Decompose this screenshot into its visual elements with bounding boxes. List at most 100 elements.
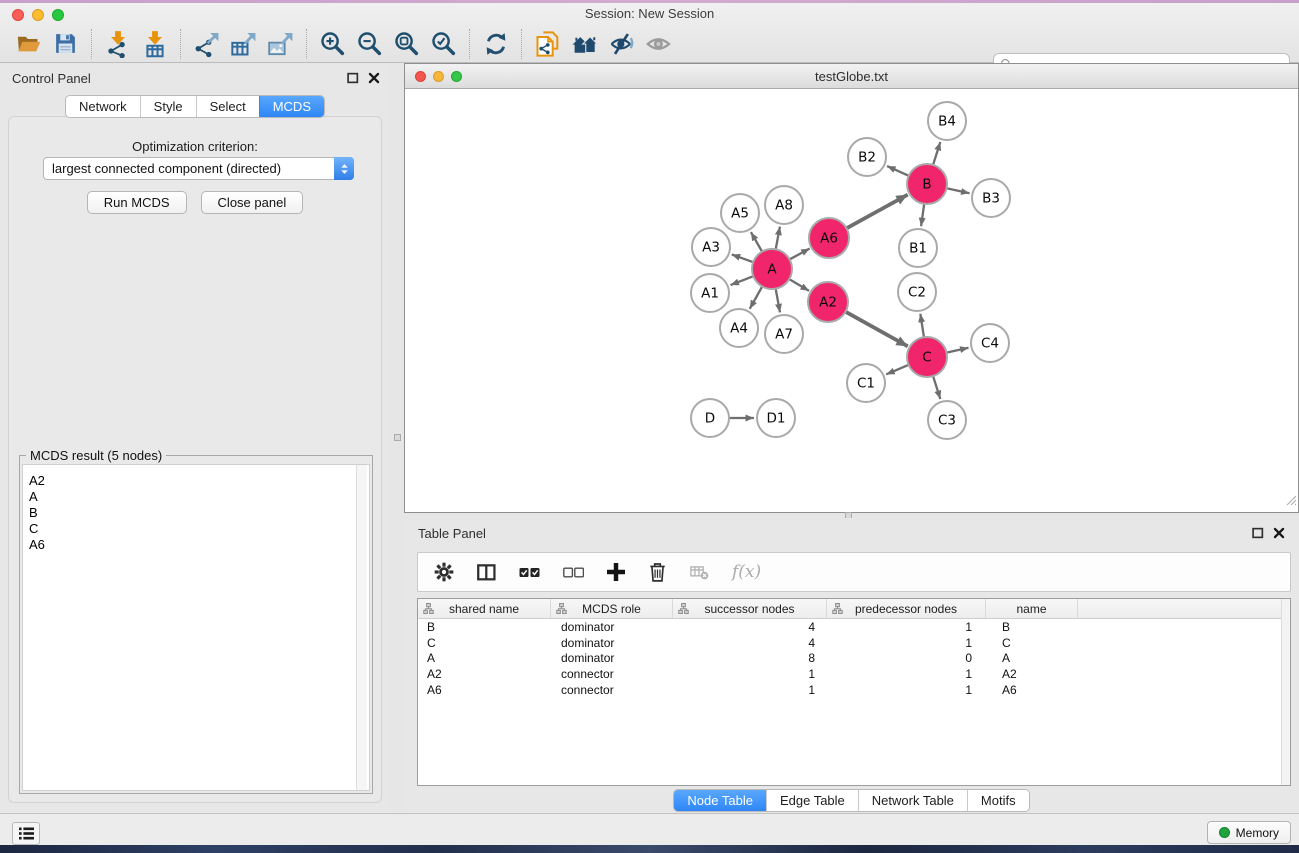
table-row[interactable]: A2connector11A2 <box>418 666 1290 682</box>
refresh-layout-button[interactable] <box>477 27 514 61</box>
mcds-result-item[interactable]: A <box>25 489 356 505</box>
network-edge-B-B2[interactable] <box>887 166 909 176</box>
mcds-result-item[interactable]: A6 <box>25 537 356 553</box>
float-panel-icon[interactable] <box>347 72 359 84</box>
network-canvas[interactable]: A A1 A2 A3 A4 A5 A6 A7 A8 B B1 B2 B3 B4 C C1 C2 C3 C4 D D1 <box>405 89 1298 512</box>
network-node-C4[interactable]: C4 <box>971 324 1009 362</box>
network-node-D[interactable]: D <box>691 399 729 437</box>
network-node-B1[interactable]: B1 <box>899 229 937 267</box>
table-scrollbar[interactable] <box>1281 599 1290 785</box>
tab-edge-table[interactable]: Edge Table <box>766 790 858 811</box>
column-header-predecessor-nodes[interactable]: predecessor nodes <box>827 599 986 618</box>
network-node-A2[interactable]: A2 <box>808 282 848 322</box>
mcds-list-scrollbar[interactable] <box>356 465 367 790</box>
table-row[interactable]: Bdominator41B <box>418 619 1290 635</box>
network-edge-A-A3[interactable] <box>732 254 753 262</box>
show-panels-list-button[interactable] <box>12 822 40 845</box>
zoom-selected-button[interactable] <box>425 27 462 61</box>
table-settings-button[interactable] <box>434 559 454 585</box>
mcds-result-item[interactable]: C <box>25 521 356 537</box>
column-header-MCDS-role[interactable]: MCDS role <box>551 599 673 618</box>
network-node-A1[interactable]: A1 <box>691 274 729 312</box>
network-node-D1[interactable]: D1 <box>757 399 795 437</box>
network-edge-A-A7[interactable] <box>776 289 780 313</box>
import-table-button[interactable] <box>136 27 173 61</box>
network-edge-A-A2[interactable] <box>789 279 809 291</box>
network-node-A4[interactable]: A4 <box>720 309 758 347</box>
network-edge-B-B4[interactable] <box>933 142 940 165</box>
tab-motifs[interactable]: Motifs <box>967 790 1029 811</box>
network-window-titlebar[interactable]: testGlobe.txt <box>405 64 1298 89</box>
network-edge-B-B3[interactable] <box>947 188 970 193</box>
export-image-button[interactable] <box>262 27 299 61</box>
optimization-criterion-dropdown[interactable]: largest connected component (directed) <box>43 157 354 180</box>
tab-network[interactable]: Network <box>66 96 140 117</box>
network-edge-A-A8[interactable] <box>776 227 780 250</box>
zoom-in-button[interactable] <box>314 27 351 61</box>
mcds-result-item[interactable]: B <box>25 505 356 521</box>
table-row[interactable]: Cdominator41C <box>418 635 1290 651</box>
network-node-B3[interactable]: B3 <box>972 179 1010 217</box>
zoom-out-button[interactable] <box>351 27 388 61</box>
network-edge-C-C4[interactable] <box>947 348 969 353</box>
network-node-B[interactable]: B <box>907 164 947 204</box>
network-edge-A6-B[interactable] <box>847 195 908 229</box>
delete-table-button[interactable] <box>690 559 709 585</box>
add-column-button[interactable] <box>607 559 625 585</box>
tab-node-table[interactable]: Node Table <box>674 790 766 811</box>
close-panel-icon[interactable] <box>1273 527 1285 539</box>
tab-style[interactable]: Style <box>140 96 196 117</box>
float-panel-icon[interactable] <box>1252 527 1264 539</box>
column-header-shared-name[interactable]: shared name <box>418 599 551 618</box>
table-row[interactable]: A6connector11A6 <box>418 682 1290 698</box>
network-node-A[interactable]: A <box>752 249 792 289</box>
mcds-result-item[interactable]: A2 <box>25 473 356 489</box>
table-row[interactable]: Adominator80A <box>418 650 1290 666</box>
save-session-button[interactable] <box>47 27 84 61</box>
delete-columns-button[interactable] <box>648 559 667 585</box>
deselect-all-rows-button[interactable] <box>563 559 584 585</box>
tab-network-table[interactable]: Network Table <box>858 790 967 811</box>
network-edge-A-A6[interactable] <box>790 249 810 260</box>
network-edge-C-C1[interactable] <box>886 365 908 375</box>
export-network-button[interactable] <box>188 27 225 61</box>
window-resize-grip[interactable] <box>1286 493 1297 511</box>
new-network-from-selection-button[interactable] <box>529 27 566 61</box>
network-node-A8[interactable]: A8 <box>765 186 803 224</box>
network-node-A6[interactable]: A6 <box>809 218 849 258</box>
network-node-C3[interactable]: C3 <box>928 401 966 439</box>
network-node-A7[interactable]: A7 <box>765 315 803 353</box>
column-header-name[interactable]: name <box>986 599 1078 618</box>
tab-mcds[interactable]: MCDS <box>259 96 324 117</box>
network-edge-C-C3[interactable] <box>933 376 940 399</box>
tab-select[interactable]: Select <box>196 96 259 117</box>
network-edge-B-B1[interactable] <box>921 204 924 226</box>
network-node-A5[interactable]: A5 <box>721 194 759 232</box>
hide-graphics-details-button[interactable] <box>603 27 640 61</box>
import-network-button[interactable] <box>99 27 136 61</box>
memory-button[interactable]: Memory <box>1207 821 1291 844</box>
column-layout-button[interactable] <box>477 559 496 585</box>
show-graphics-details-button[interactable] <box>640 27 677 61</box>
network-edge-A-A4[interactable] <box>750 286 762 308</box>
export-table-button[interactable] <box>225 27 262 61</box>
network-node-C1[interactable]: C1 <box>847 364 885 402</box>
network-node-B4[interactable]: B4 <box>928 102 966 140</box>
network-node-A3[interactable]: A3 <box>692 228 730 266</box>
network-node-C2[interactable]: C2 <box>898 273 936 311</box>
close-panel-button[interactable]: Close panel <box>201 191 304 214</box>
run-mcds-button[interactable]: Run MCDS <box>87 191 187 214</box>
network-edge-C-C2[interactable] <box>920 314 924 337</box>
network-edge-A2-C[interactable] <box>845 312 907 347</box>
network-node-B2[interactable]: B2 <box>848 138 886 176</box>
column-header-successor-nodes[interactable]: successor nodes <box>673 599 827 618</box>
function-builder-button[interactable]: f(x) <box>732 559 761 585</box>
zoom-fit-button[interactable] <box>388 27 425 61</box>
select-all-rows-button[interactable] <box>519 559 540 585</box>
open-session-button[interactable] <box>10 27 47 61</box>
first-neighbors-button[interactable] <box>566 27 603 61</box>
network-edge-A-A5[interactable] <box>751 232 762 252</box>
vertical-splitter-grip[interactable] <box>394 434 401 441</box>
network-node-C[interactable]: C <box>907 337 947 377</box>
close-panel-icon[interactable] <box>368 72 380 84</box>
